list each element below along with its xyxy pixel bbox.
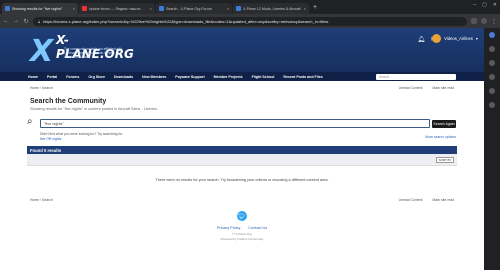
results-toolbar: SORT BY — [27, 154, 457, 166]
side-panel-icon[interactable] — [489, 32, 495, 38]
close-window-icon[interactable]: ✕ — [493, 2, 497, 8]
new-tab-icon[interactable]: + — [313, 4, 317, 11]
notifications-icon[interactable]: 🔔︎ — [417, 36, 425, 43]
url-text: https://forums.x-plane.org/index.php?/se… — [43, 18, 329, 24]
url-field[interactable]: 🔒︎ https://forums.x-plane.org/index.php?/… — [33, 16, 467, 26]
page-title: Search the Community — [30, 98, 107, 105]
logo-tagline: The community website not affiliated wit… — [64, 47, 123, 59]
footer-unread-content-link[interactable]: Unread Content — [399, 198, 423, 202]
footer-mark-site-read-link[interactable]: Mark site read — [433, 198, 454, 202]
nav-item-forums[interactable]: Forums — [66, 75, 79, 79]
nav-item-new-members[interactable]: New Members — [142, 75, 166, 79]
search-again-button[interactable]: Search Again — [432, 119, 456, 128]
extension-icon[interactable] — [471, 18, 477, 24]
logo-x-icon: X — [30, 34, 54, 69]
nav-item-portal[interactable]: Portal — [47, 75, 57, 79]
contact-us-link[interactable]: Contact Us — [248, 226, 267, 230]
add-icon[interactable] — [489, 102, 495, 108]
footer-links: Privacy Policy Contact Us — [0, 226, 484, 230]
browser-tab-2[interactable]: xplane forum — Яндекс: нашло × — [79, 3, 155, 14]
minimize-icon[interactable]: – — [473, 2, 476, 8]
search-summary: Showing results for "five nights" in con… — [30, 107, 158, 111]
side-panel-icon[interactable] — [489, 74, 495, 80]
nav-item-home[interactable]: Home — [28, 75, 38, 79]
unread-content-link[interactable]: Unread Content — [399, 86, 423, 90]
favicon-icon — [159, 6, 164, 11]
window-controls: – ▢ ✕ — [473, 2, 497, 8]
breadcrumb[interactable]: Home › Search — [30, 86, 53, 90]
close-tab-icon[interactable]: × — [150, 6, 152, 11]
footer-breadcrumb[interactable]: Home › Search — [30, 198, 53, 202]
browser-tab-strip: Showing results for "five nights" × xplan… — [0, 0, 500, 14]
nav-item-downloads[interactable]: Downloads — [114, 75, 133, 79]
reload-icon[interactable]: ↻ — [23, 18, 29, 25]
close-tab-icon[interactable]: × — [227, 6, 229, 11]
maximize-icon[interactable]: ▢ — [482, 2, 487, 8]
no-results-message: There were no results for your search. T… — [155, 178, 329, 182]
tab-label: xplane forum — Яндекс: нашло — [89, 6, 141, 11]
user-menu[interactable]: Videos_Airlines ▾ — [432, 34, 478, 43]
powered-by[interactable]: Powered by Invision Community — [0, 237, 484, 241]
nav-item-recent-posts[interactable]: Recent Posts and Files — [283, 75, 322, 79]
browser-tab-1[interactable]: Showing results for "five nights" × — [2, 3, 78, 14]
header-search-input[interactable]: Search... — [376, 73, 456, 80]
forward-icon[interactable]: → — [13, 18, 19, 24]
tab-label: X-Plane 12 Mods, Liveries & Aircraft — [243, 6, 301, 11]
browser-tab-3[interactable]: Search - X-Plane.Org Forum × — [156, 3, 232, 14]
browser-tab-4[interactable]: X-Plane 12 Mods, Liveries & Aircraft × — [233, 3, 309, 14]
browser-side-panel — [484, 28, 500, 270]
back-icon[interactable]: ← — [3, 18, 9, 24]
nav-item-member-projects[interactable]: Member Projects — [214, 75, 243, 79]
chevron-down-icon: ▾ — [475, 36, 478, 41]
profile-icon[interactable] — [481, 18, 487, 24]
side-panel-icon[interactable] — [489, 88, 495, 94]
avatar — [432, 34, 442, 43]
menu-icon[interactable]: ⋮ — [491, 18, 497, 25]
nav-item-flight-school[interactable]: Flight School — [252, 75, 275, 79]
nav-item-payware-support[interactable]: Payware Support — [175, 75, 204, 79]
favicon-icon — [82, 6, 87, 11]
side-panel-icon[interactable] — [489, 60, 495, 66]
search-hint-link[interactable]: five OR nights — [40, 137, 61, 141]
tab-label: Search - X-Plane.Org Forum — [166, 6, 212, 11]
results-count-bar: Found 0 results — [27, 146, 457, 154]
breadcrumb-actions: Unread Content Mark site read — [399, 86, 454, 90]
favicon-icon — [236, 6, 241, 11]
favicon-icon — [5, 6, 10, 11]
nav-item-org-store[interactable]: Org Store — [88, 75, 105, 79]
search-input[interactable]: "five nights" — [40, 119, 430, 128]
site-logo[interactable]: X X-PLANE.ORG The community website not … — [30, 30, 134, 69]
site-header: X X-PLANE.ORG The community website not … — [0, 28, 484, 72]
footer-actions: Unread Content Mark site read — [399, 198, 454, 202]
web-page: X X-PLANE.ORG The community website not … — [0, 28, 484, 270]
lock-icon: 🔒︎ — [38, 18, 41, 24]
copyright: © X-Plane.Org — [232, 232, 252, 236]
mark-site-read-link[interactable]: Mark site read — [433, 86, 454, 90]
twitter-icon[interactable]: 🐦︎ — [237, 211, 247, 221]
sort-button[interactable]: SORT BY — [436, 157, 454, 163]
address-bar-row: ← → ↻ 🔒︎ https://forums.x-plane.org/index… — [0, 14, 500, 28]
more-search-options-link[interactable]: More search options — [425, 135, 456, 139]
search-hint: Didn't find what you were looking for? T… — [40, 132, 123, 136]
privacy-policy-link[interactable]: Privacy Policy — [217, 226, 241, 230]
close-tab-icon[interactable]: × — [73, 6, 75, 11]
username: Videos_Airlines — [444, 36, 473, 41]
side-panel-icon[interactable] — [489, 46, 495, 52]
search-icon: ⌕ — [27, 116, 33, 127]
close-tab-icon[interactable]: × — [304, 6, 306, 11]
tab-label: Showing results for "five nights" — [12, 6, 63, 11]
